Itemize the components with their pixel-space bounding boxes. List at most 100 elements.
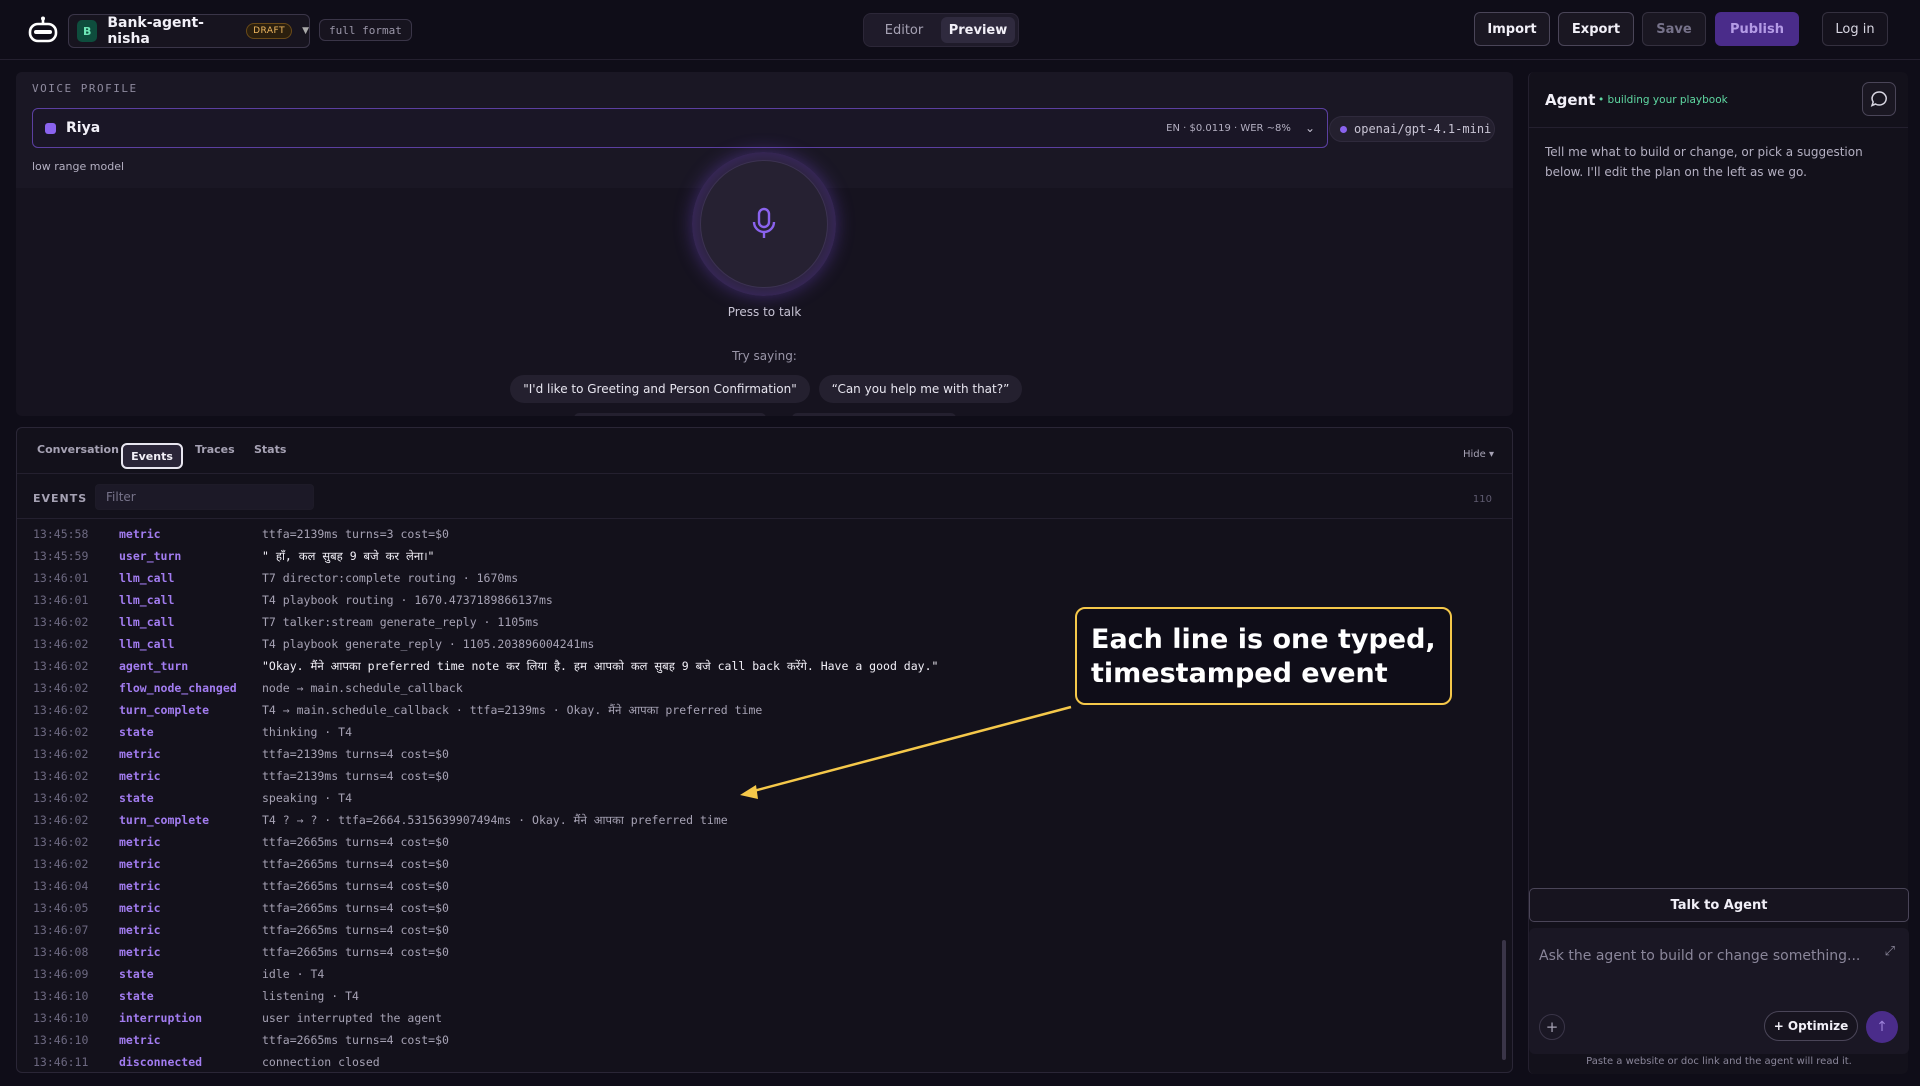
event-row[interactable]: 13:46:10 metric ttfa=2665ms turns=4 cost=$… [33,1033,1483,1055]
events-header: EVENTS 110 [17,475,1512,519]
event-row[interactable]: 13:45:58 metric ttfa=2139ms turns=3 cost=$… [33,527,1483,549]
event-kind: metric [119,923,161,937]
export-button[interactable]: Export [1558,12,1634,46]
format-badge[interactable]: full format [319,19,412,41]
event-row[interactable]: 13:46:01 llm_call T7 director:complete rou… [33,571,1483,593]
composer-hint: Paste a website or doc link and the agen… [1586,1056,1852,1067]
tab-conversation[interactable]: Conversation [37,443,119,456]
event-time: 13:46:02 [33,615,89,629]
event-time: 13:46:02 [33,681,89,695]
event-row[interactable]: 13:46:02 state speaking · T4 [33,791,1483,813]
event-detail: ttfa=2139ms turns=4 cost=$0 [262,747,449,761]
tab-traces[interactable]: Traces [195,443,235,456]
annotation-line: timestamped event [1091,658,1388,689]
agent-header: Agent • building your playbook [1529,72,1908,128]
event-time: 13:46:01 [33,593,89,607]
event-detail: ttfa=2665ms turns=4 cost=$0 [262,901,449,915]
chat-bubble-icon[interactable] [1862,82,1896,116]
hide-panel-button[interactable]: Hide ▾ [1463,449,1494,460]
event-detail: thinking · T4 [262,725,353,739]
event-kind: llm_call [119,593,175,607]
event-detail: ttfa=2665ms turns=4 cost=$0 [262,1033,449,1047]
agent-panel: Agent • building your playbook Tell me w… [1528,72,1909,1074]
annotation-line: Each line is one typed, [1091,624,1436,655]
event-kind: agent_turn [119,659,189,673]
publish-button[interactable]: Publish [1715,12,1799,46]
tab-preview[interactable]: Preview [941,17,1015,43]
event-time: 13:46:10 [33,1033,89,1047]
event-time: 13:46:11 [33,1055,89,1067]
event-time: 13:46:02 [33,835,89,849]
voice-select[interactable]: Riya EN · $0.0119 · WER ~8% ⌄ [32,108,1328,148]
expand-icon[interactable]: ⤢ [1885,944,1895,959]
scrollbar-thumb[interactable] [1502,940,1506,1060]
event-time: 13:46:02 [33,725,89,739]
event-time: 13:46:02 [33,791,89,805]
chevron-down-icon: ▼ [302,26,309,36]
event-time: 13:46:02 [33,769,89,783]
event-time: 13:46:10 [33,989,89,1003]
event-row[interactable]: 13:46:02 turn_complete T4 ? → ? · ttfa=266… [33,813,1483,835]
talk-to-agent-button[interactable]: Talk to Agent [1529,888,1909,922]
agent-title: Agent [1545,91,1596,109]
event-row[interactable]: 13:46:02 metric ttfa=2139ms turns=4 cost=$… [33,769,1483,791]
composer-input[interactable] [1539,942,1869,970]
event-kind: metric [119,879,161,893]
event-row[interactable]: 13:46:02 state thinking · T4 [33,725,1483,747]
event-row[interactable]: 13:46:02 metric ttfa=2665ms turns=4 cost=$… [33,857,1483,879]
event-row[interactable]: 13:46:04 metric ttfa=2665ms turns=4 cost=$… [33,879,1483,901]
suggestion-chip-partial[interactable] [574,413,766,416]
arrow-up-icon[interactable]: ↑ [1866,1011,1898,1043]
voice-profile-title: VOICE PROFILE [32,82,138,95]
event-row[interactable]: 13:46:05 metric ttfa=2665ms turns=4 cost=$… [33,901,1483,923]
tab-stats[interactable]: Stats [254,443,286,456]
annotation-callout: Each line is one typed, timestamped even… [1075,607,1452,705]
event-row[interactable]: 13:46:11 disconnected connection closed [33,1055,1483,1067]
model-pill[interactable]: openai/gpt-4.1-mini [1329,116,1495,142]
robot-logo-icon[interactable] [28,16,58,44]
event-row[interactable]: 13:46:02 metric ttfa=2665ms turns=4 cost=$… [33,835,1483,857]
event-kind: disconnected [119,1055,203,1067]
agent-selector[interactable]: B Bank-agent-nisha DRAFT ▼ [68,14,310,48]
filter-input[interactable] [95,484,314,510]
event-row[interactable]: 13:46:07 metric ttfa=2665ms turns=4 cost=$… [33,923,1483,945]
suggestion-chip[interactable]: "I'd like to Greeting and Person Confirm… [510,375,810,403]
suggestion-chip[interactable]: “Can you help me with that?” [819,375,1022,403]
event-detail: ttfa=2665ms turns=4 cost=$0 [262,923,449,937]
event-detail: ttfa=2139ms turns=3 cost=$0 [262,527,449,541]
plus-icon[interactable]: + [1539,1014,1565,1040]
event-time: 13:46:01 [33,571,89,585]
mic-button-inner [700,160,828,288]
tab-editor[interactable]: Editor [867,17,941,43]
event-row[interactable]: 13:46:09 state idle · T4 [33,967,1483,989]
event-kind: state [119,791,154,805]
press-to-talk-label: Press to talk [727,305,802,319]
login-button[interactable]: Log in [1822,12,1888,46]
event-kind: turn_complete [119,703,210,717]
event-row[interactable]: 13:46:10 interruption user interrupted the… [33,1011,1483,1033]
tab-events[interactable]: Events [121,443,183,469]
events-panel: Conversation Events Traces Stats Hide ▾ … [16,427,1513,1073]
event-detail: " हाँ, कल सुबह 9 बजे कर लेना।" [262,549,435,563]
event-row[interactable]: 13:46:02 turn_complete T4 → main.schedule_… [33,703,1483,725]
suggestion-chip-partial[interactable] [792,413,956,416]
save-button[interactable]: Save [1642,12,1706,46]
event-detail: T7 director:complete routing · 1670ms [262,571,519,585]
agent-intro-text: Tell me what to build or change, or pick… [1545,145,1863,179]
event-detail: T7 talker:stream generate_reply · 1105ms [262,615,539,629]
event-detail: T4 playbook generate_reply · 1105.203896… [262,637,595,651]
event-detail: ttfa=2665ms turns=4 cost=$0 [262,857,449,871]
event-detail: speaking · T4 [262,791,353,805]
event-row[interactable]: 13:46:10 state listening · T4 [33,989,1483,1011]
press-to-talk-button[interactable] [692,152,836,296]
optimize-button[interactable]: + Optimize [1764,1011,1858,1041]
debug-tabs: Conversation Events Traces Stats Hide ▾ [17,428,1512,474]
import-button[interactable]: Import [1474,12,1550,46]
event-time: 13:45:58 [33,527,89,541]
event-row[interactable]: 13:46:02 metric ttfa=2139ms turns=4 cost=$… [33,747,1483,769]
event-row[interactable]: 13:45:59 user_turn " हाँ, कल सुबह 9 बजे कर… [33,549,1483,571]
event-time: 13:46:02 [33,659,89,673]
event-time: 13:46:04 [33,879,89,893]
event-kind: metric [119,835,161,849]
event-row[interactable]: 13:46:08 metric ttfa=2665ms turns=4 cost=$… [33,945,1483,967]
